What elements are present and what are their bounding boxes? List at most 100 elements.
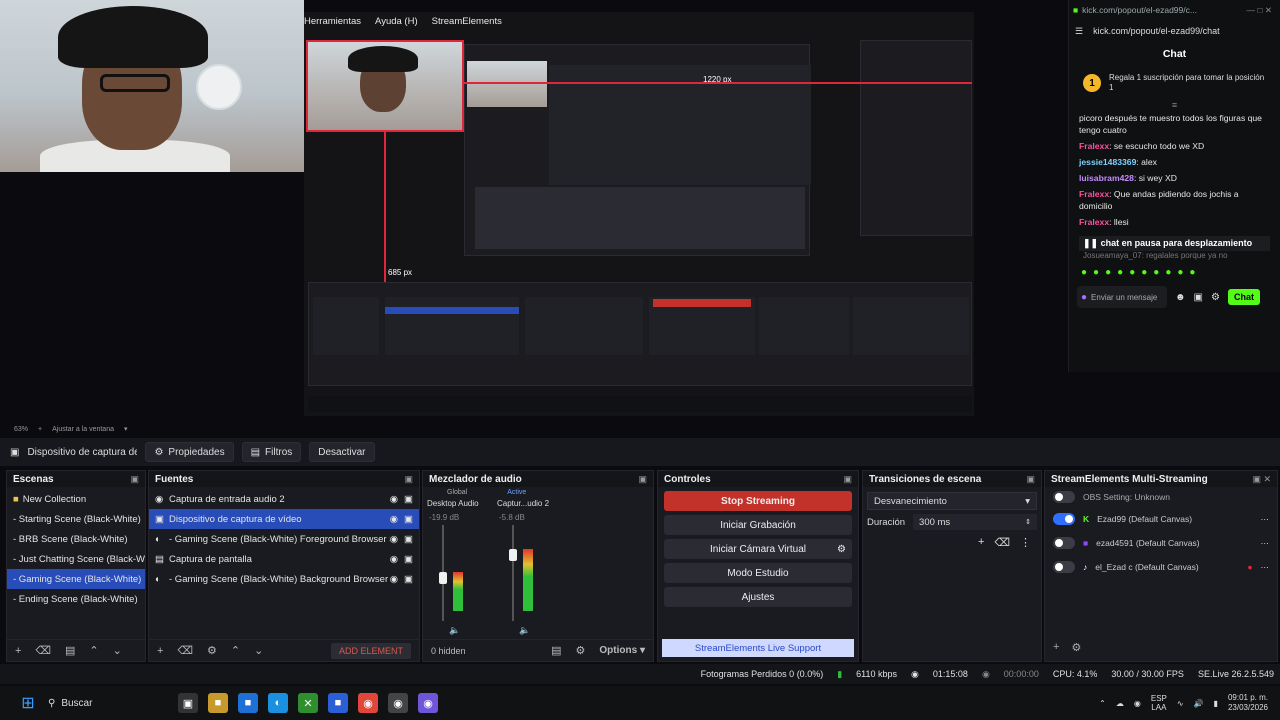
- scroll-icon[interactable]: ≡: [1069, 100, 1280, 110]
- target-toggle[interactable]: [1053, 513, 1075, 525]
- arrow-up-icon[interactable]: ⌃: [231, 644, 240, 657]
- chat-url-bar[interactable]: ☰ kick.com/popout/el-ezad99/chat: [1069, 20, 1280, 42]
- trash-icon[interactable]: ⌫: [177, 644, 193, 657]
- tray-chevron-icon[interactable]: ⌃: [1099, 699, 1106, 708]
- duration-input[interactable]: 300 ms ⇕: [913, 514, 1037, 530]
- target-toggle[interactable]: [1053, 537, 1075, 549]
- task-view-icon[interactable]: ▣: [178, 693, 198, 713]
- window-controls[interactable]: — □ ✕: [1247, 5, 1280, 16]
- emote-row[interactable]: ● ● ● ● ● ● ● ● ● ●: [1069, 261, 1280, 284]
- mute-icon[interactable]: 🔈: [449, 625, 460, 636]
- scene-item[interactable]: ■ New Collection: [7, 489, 145, 509]
- stop-streaming-button[interactable]: Stop Streaming: [664, 491, 852, 511]
- zoom-plus-icon[interactable]: +: [38, 426, 42, 433]
- filters-button[interactable]: ▤ Filtros: [241, 442, 302, 462]
- add-icon[interactable]: +: [157, 645, 163, 657]
- start-recording-button[interactable]: Iniciar Grabación: [664, 515, 852, 535]
- studio-mode-button[interactable]: Modo Estudio: [664, 563, 852, 583]
- gear-icon[interactable]: ⚙: [207, 644, 217, 657]
- file-explorer-icon[interactable]: ■: [208, 693, 228, 713]
- scene-item-selected[interactable]: - Gaming Scene (Black-White): [7, 569, 145, 589]
- scene-item[interactable]: - Just Chatting Scene (Black-Whit: [7, 549, 145, 569]
- options-button[interactable]: Options ▾: [599, 645, 645, 656]
- zoom-value[interactable]: 63%: [14, 426, 28, 433]
- outlook-icon[interactable]: ■: [328, 693, 348, 713]
- transition-select[interactable]: Desvanecimiento ▾: [867, 492, 1037, 510]
- gift-icon[interactable]: ▣: [1194, 292, 1203, 303]
- more-icon[interactable]: ⋯: [1261, 562, 1270, 573]
- mic-icon[interactable]: ◉: [1134, 699, 1141, 708]
- mute-icon[interactable]: 🔈: [519, 625, 530, 636]
- channel-2-fader[interactable]: [509, 549, 517, 561]
- filter-icon[interactable]: ▤: [65, 644, 75, 657]
- obs-icon[interactable]: ◉: [388, 693, 408, 713]
- language-indicator[interactable]: ESP LAA: [1151, 694, 1167, 712]
- add-icon[interactable]: +: [1053, 641, 1059, 654]
- gift-banner[interactable]: 1 Regala 1 suscripción para tomar la pos…: [1069, 66, 1280, 100]
- edge-icon[interactable]: ◐: [268, 693, 288, 713]
- undock-icon[interactable]: ▣: [404, 474, 413, 485]
- close-icon[interactable]: ▣ ✕: [1252, 474, 1271, 485]
- send-chat-button[interactable]: Chat: [1227, 289, 1260, 305]
- wifi-icon[interactable]: ∿: [1177, 699, 1184, 708]
- live-support-button[interactable]: StreamElements Live Support: [662, 639, 854, 657]
- clock[interactable]: 09:01 p. m. 23/03/2026: [1228, 693, 1268, 713]
- menu-herramientas[interactable]: Herramientas: [304, 16, 361, 32]
- battery-icon[interactable]: ▮: [1214, 699, 1218, 708]
- undock-icon[interactable]: ▣: [130, 474, 139, 485]
- arrow-up-icon[interactable]: ⌃: [89, 644, 98, 657]
- chevron-down-icon[interactable]: ▾: [124, 425, 128, 433]
- properties-button[interactable]: ⚙ Propiedades: [145, 442, 234, 462]
- undock-icon[interactable]: ▣: [638, 474, 647, 485]
- gear-icon[interactable]: ⚙: [837, 544, 846, 555]
- source-item[interactable]: ◐ - Gaming Scene (Black-White) Foreground…: [149, 529, 419, 549]
- emoji-icon[interactable]: ☻: [1175, 292, 1186, 303]
- menu-streamelements[interactable]: StreamElements: [432, 16, 502, 32]
- add-element-button[interactable]: ADD ELEMENT: [330, 642, 411, 659]
- layout-icon[interactable]: ▤: [551, 644, 561, 657]
- zoom-fit[interactable]: Ajustar a la ventana: [52, 426, 114, 433]
- chrome-icon[interactable]: ◉: [358, 693, 378, 713]
- scene-item[interactable]: - Starting Scene (Black-White): [7, 509, 145, 529]
- source-item-selected[interactable]: ▣ Dispositivo de captura de vídeo ◉ ▣: [149, 509, 419, 529]
- preview-webcam-source[interactable]: [306, 40, 464, 132]
- source-item[interactable]: ▤ Captura de pantalla ◉ ▣: [149, 549, 419, 569]
- virtual-camera-button[interactable]: Iniciar Cámara Virtual ⚙: [664, 539, 852, 559]
- cloud-icon[interactable]: ☁: [1116, 699, 1124, 708]
- trash-icon[interactable]: ⌫: [994, 536, 1010, 549]
- taskbar-search[interactable]: ⚲ Buscar: [48, 698, 168, 709]
- settings-icon[interactable]: ⚙: [1211, 292, 1220, 303]
- target-toggle[interactable]: [1053, 561, 1075, 573]
- deactivate-button[interactable]: Desactivar: [309, 442, 375, 462]
- windows-start-icon[interactable]: ⊞: [18, 693, 38, 713]
- chat-input[interactable]: ● Enviar un mensaje: [1077, 286, 1167, 308]
- tab-global[interactable]: Global: [447, 489, 467, 496]
- gear-icon[interactable]: ⚙: [576, 644, 586, 657]
- store-icon[interactable]: ■: [238, 693, 258, 713]
- add-icon[interactable]: +: [978, 536, 984, 549]
- more-icon[interactable]: ⋯: [1261, 538, 1270, 549]
- arrow-down-icon[interactable]: ⌄: [254, 644, 263, 657]
- more-icon[interactable]: ⋮: [1020, 536, 1031, 549]
- discord-icon[interactable]: ◉: [418, 693, 438, 713]
- add-icon[interactable]: +: [15, 645, 21, 657]
- scene-item[interactable]: - BRB Scene (Black-White): [7, 529, 145, 549]
- source-item[interactable]: ◉ Captura de entrada audio 2 ◉ ▣: [149, 489, 419, 509]
- more-icon[interactable]: ⋯: [1261, 514, 1270, 525]
- volume-icon[interactable]: 🔊: [1194, 699, 1204, 708]
- undock-icon[interactable]: ▣: [843, 474, 852, 485]
- trash-icon[interactable]: ⌫: [35, 644, 51, 657]
- arrow-down-icon[interactable]: ⌄: [113, 644, 122, 657]
- settings-button[interactable]: Ajustes: [664, 587, 852, 607]
- gear-icon[interactable]: ⚙: [1071, 641, 1081, 654]
- source-item[interactable]: ◐ - Gaming Scene (Black-White) Background…: [149, 569, 419, 589]
- tab-active[interactable]: Active: [507, 489, 526, 496]
- xbox-icon[interactable]: ✕: [298, 693, 318, 713]
- scene-item[interactable]: - Ending Scene (Black-White): [7, 589, 145, 609]
- channel-1-fader[interactable]: [439, 572, 447, 584]
- menu-ayuda[interactable]: Ayuda (H): [375, 16, 418, 32]
- obs-preview-canvas[interactable]: Herramientas Ayuda (H) StreamElements 12…: [304, 12, 974, 416]
- obs-setting-toggle[interactable]: [1053, 491, 1075, 503]
- tune-icon[interactable]: ☰: [1075, 26, 1083, 37]
- undock-icon[interactable]: ▣: [1026, 474, 1035, 485]
